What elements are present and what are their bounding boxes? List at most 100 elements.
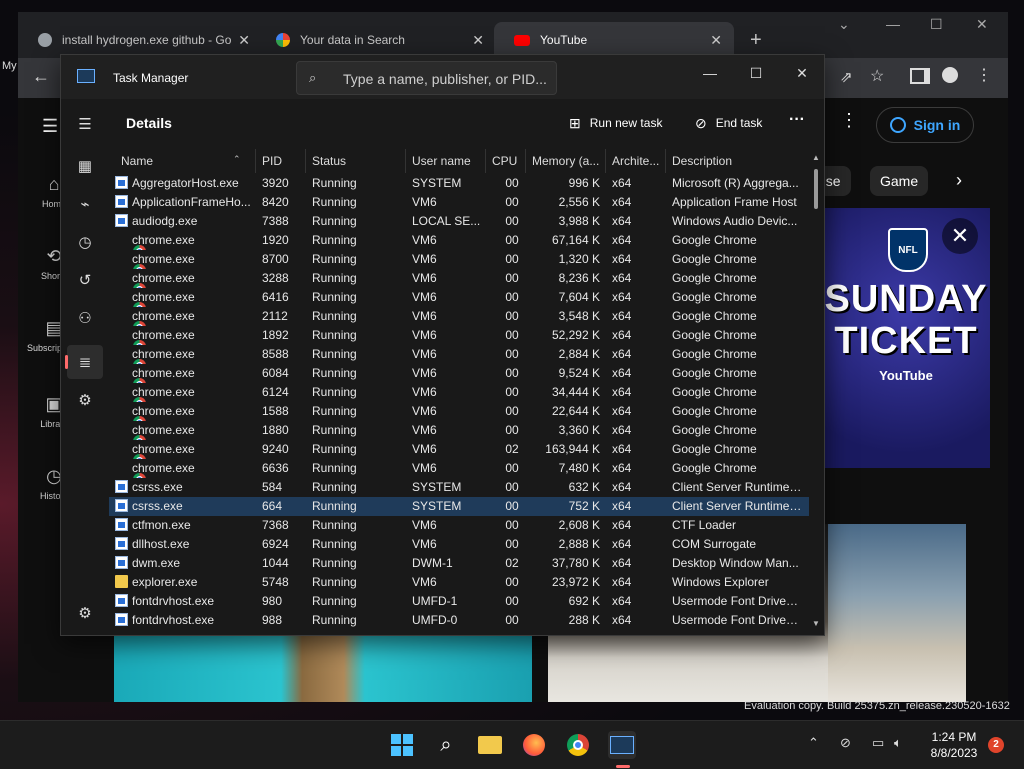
process-pid: 6124 <box>262 385 289 399</box>
table-row[interactable]: AggregatorHost.exe 3920 Running SYSTEM 00 996… <box>109 174 809 193</box>
scrollbar-thumb[interactable] <box>814 169 818 209</box>
table-row[interactable]: chrome.exe 6124 Running VM6 00 34,444 K x64 Goo… <box>109 383 809 402</box>
table-row[interactable]: chrome.exe 2112 Running VM6 00 3,548 K x64 Goog… <box>109 307 809 326</box>
table-row[interactable]: ApplicationFrameHo... 8420 Running VM6 00 2,5… <box>109 193 809 212</box>
video-thumbnail[interactable] <box>114 634 532 702</box>
menu-dots-icon[interactable]: ⋮ <box>976 65 992 85</box>
close-button[interactable]: ✕ <box>787 61 817 85</box>
table-row[interactable]: audiodg.exe 7388 Running LOCAL SE... 00 3,988… <box>109 212 809 231</box>
table-row[interactable]: dwm.exe 1044 Running DWM-1 02 37,780 K x64 Desk… <box>109 554 809 573</box>
table-row[interactable]: chrome.exe 8700 Running VM6 00 1,320 K x64 Goog… <box>109 250 809 269</box>
sunday-ticket-ad[interactable]: NFL ✕ SUNDAY TICKET YouTube <box>822 208 990 468</box>
sign-in-button[interactable]: Sign in <box>876 107 974 143</box>
table-row[interactable]: chrome.exe 1920 Running VM6 00 67,164 K x64 Goo… <box>109 231 809 250</box>
minimize-icon[interactable]: — <box>886 16 900 32</box>
firefox-icon[interactable] <box>520 731 548 759</box>
search-input[interactable] <box>341 68 550 90</box>
chevron-up-icon[interactable]: ⌃ <box>808 735 819 751</box>
search-box[interactable]: ⌕ <box>296 61 557 95</box>
column-header-status[interactable]: Status <box>305 149 405 173</box>
maximize-icon[interactable]: ☐ <box>930 16 943 33</box>
column-header-description[interactable]: Description <box>665 149 809 173</box>
hamburger-icon[interactable]: ☰ <box>42 116 58 137</box>
network-off-icon[interactable]: ⊘ <box>840 735 851 751</box>
run-new-task-button[interactable]: ⊞ Run new task <box>569 111 662 135</box>
volume-icon[interactable]: 🔈︎ <box>894 735 902 751</box>
table-row[interactable]: chrome.exe 6636 Running VM6 00 7,480 K x64 Goog… <box>109 459 809 478</box>
notification-badge[interactable]: 2 <box>988 737 1004 753</box>
minimize-button[interactable]: — <box>695 61 725 85</box>
settings-icon[interactable]: ⚙ <box>67 596 103 630</box>
display-icon[interactable]: ▭ <box>872 735 884 751</box>
more-options-icon[interactable]: ··· <box>789 111 805 129</box>
chrome-icon[interactable] <box>564 731 592 759</box>
chevron-down-icon[interactable]: ⌄ <box>838 16 850 33</box>
profile-icon[interactable] <box>942 67 958 83</box>
services-icon[interactable]: ⚙ <box>67 383 103 417</box>
table-row[interactable]: chrome.exe 1588 Running VM6 00 22,644 K x64 Goo… <box>109 402 809 421</box>
close-icon[interactable]: ✕ <box>472 32 484 49</box>
table-row[interactable]: chrome.exe 3288 Running VM6 00 8,236 K x64 Goog… <box>109 269 809 288</box>
tab-your-data[interactable]: Your data in Search ✕ <box>256 22 496 58</box>
side-panel-icon[interactable] <box>910 68 930 84</box>
table-row[interactable]: chrome.exe 8588 Running VM6 00 2,884 K x64 Goog… <box>109 345 809 364</box>
table-row[interactable]: fontdrvhost.exe 988 Running UMFD-0 00 288 K x6… <box>109 611 809 630</box>
scroll-up-icon[interactable]: ▲ <box>812 153 820 162</box>
youtube-menu-dots-icon[interactable]: ⋮ <box>840 110 858 131</box>
clock[interactable]: 1:24 PM 8/8/2023 <box>924 729 984 761</box>
table-row[interactable]: explorer.exe 5748 Running VM6 00 23,972 K x64 W… <box>109 573 809 592</box>
process-name: dllhost.exe <box>115 535 257 554</box>
vertical-scrollbar[interactable]: ▲ ▼ <box>811 149 823 635</box>
table-row[interactable]: fontdrvhost.exe 980 Running UMFD-1 00 692 K x6… <box>109 592 809 611</box>
hamburger-icon[interactable]: ☰ <box>67 107 103 141</box>
table-body: AggregatorHost.exe 3920 Running SYSTEM 00 996… <box>109 174 809 630</box>
table-row[interactable]: ctfmon.exe 7368 Running VM6 00 2,608 K x64 CTF … <box>109 516 809 535</box>
column-header-cpu[interactable]: CPU <box>485 149 525 173</box>
process-description: Usermode Font Driver ... <box>672 613 802 627</box>
users-icon[interactable]: ⚇ <box>67 301 103 335</box>
new-tab-button[interactable]: + <box>744 22 774 58</box>
process-description: Google Chrome <box>672 233 757 247</box>
share-icon[interactable]: ⇗ <box>840 68 853 86</box>
process-name: ctfmon.exe <box>115 516 257 535</box>
startup-apps-icon[interactable]: ↺ <box>67 263 103 297</box>
column-header-memory[interactable]: Memory (a... <box>525 149 605 173</box>
process-description: Google Chrome <box>672 328 757 342</box>
chevron-right-icon[interactable]: › <box>956 170 962 191</box>
scroll-down-icon[interactable]: ▼ <box>812 619 820 628</box>
start-button[interactable] <box>388 731 416 759</box>
process-status: Running <box>312 442 357 456</box>
process-pid: 1588 <box>262 404 289 418</box>
tab-hydrogen-search[interactable]: install hydrogen.exe github - Go ✕ <box>18 22 262 58</box>
tab-youtube[interactable]: YouTube ✕ <box>494 22 734 58</box>
table-row[interactable]: chrome.exe 9240 Running VM6 02 163,944 K x64 Go… <box>109 440 809 459</box>
table-row[interactable]: chrome.exe 6416 Running VM6 00 7,604 K x64 Goog… <box>109 288 809 307</box>
performance-icon[interactable]: ⌁ <box>67 187 103 221</box>
column-header-user[interactable]: User name <box>405 149 485 173</box>
end-task-button[interactable]: ⊘ End task <box>695 111 762 135</box>
column-header-pid[interactable]: PID <box>255 149 305 173</box>
search-icon[interactable]: ⌕ <box>432 731 460 759</box>
chip-game[interactable]: Game <box>870 166 929 196</box>
close-icon[interactable]: ✕ <box>710 32 722 49</box>
file-explorer-icon[interactable] <box>476 731 504 759</box>
app-history-icon[interactable]: ◷ <box>67 225 103 259</box>
table-row[interactable]: csrss.exe 584 Running SYSTEM 00 632 K x64 Clien… <box>109 478 809 497</box>
back-arrow-icon[interactable]: ← <box>32 66 50 87</box>
maximize-button[interactable]: ☐ <box>741 61 771 85</box>
star-icon[interactable]: ☆ <box>870 66 884 86</box>
details-icon[interactable]: ≣ <box>65 345 103 379</box>
table-row[interactable]: dllhost.exe 6924 Running VM6 00 2,888 K x64 COM… <box>109 535 809 554</box>
column-header-architecture[interactable]: Archite... <box>605 149 665 173</box>
table-row[interactable]: csrss.exe 664 Running SYSTEM 00 752 K x64 Clien… <box>109 497 809 516</box>
process-architecture: x64 <box>612 518 632 532</box>
table-row[interactable]: chrome.exe 1892 Running VM6 00 52,292 K x64 Goo… <box>109 326 809 345</box>
close-icon[interactable]: ✕ <box>976 16 988 33</box>
close-ad-icon[interactable]: ✕ <box>942 218 978 254</box>
close-icon[interactable]: ✕ <box>238 32 250 49</box>
column-header-name[interactable]: Name ⌃ <box>115 149 255 173</box>
task-manager-taskbar-icon[interactable] <box>608 731 636 759</box>
processes-icon[interactable]: ▦ <box>67 149 103 183</box>
table-row[interactable]: chrome.exe 1880 Running VM6 00 3,360 K x64 Goog… <box>109 421 809 440</box>
table-row[interactable]: chrome.exe 6084 Running VM6 00 9,524 K x64 Goog… <box>109 364 809 383</box>
